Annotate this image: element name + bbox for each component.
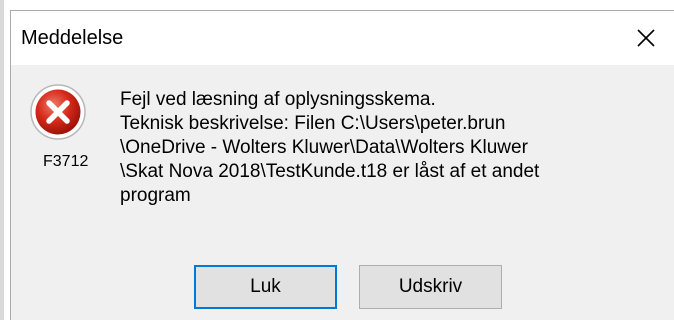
error-message: Fejl ved læsning af oplysningsskema. Tek… — [120, 88, 650, 208]
close-icon — [637, 29, 655, 47]
screen: Meddelelse F3712 Fejl ved læsning af opl… — [0, 0, 674, 320]
error-icon — [29, 83, 87, 141]
message-line: Fejl ved læsning af oplysningsskema. — [120, 89, 436, 110]
close-dialog-button[interactable]: Luk — [194, 265, 337, 309]
print-button[interactable]: Udskriv — [359, 265, 502, 309]
message-line: \OneDrive - Wolters Kluwer\Data\Wolters … — [120, 137, 528, 158]
message-dialog: Meddelelse F3712 Fejl ved læsning af opl… — [10, 10, 674, 320]
message-line: \Skat Nova 2018\TestKunde.t18 er låst af… — [120, 161, 540, 182]
error-code: F3712 — [43, 153, 89, 170]
message-line: program — [120, 185, 191, 206]
close-button[interactable] — [618, 11, 674, 65]
message-line: Teknisk beskrivelse: Filen C:\Users\pete… — [120, 113, 506, 134]
background-window-edge — [0, 0, 4, 320]
dialog-title: Meddelelse — [21, 27, 124, 49]
title-bar[interactable]: Meddelelse — [11, 11, 674, 65]
